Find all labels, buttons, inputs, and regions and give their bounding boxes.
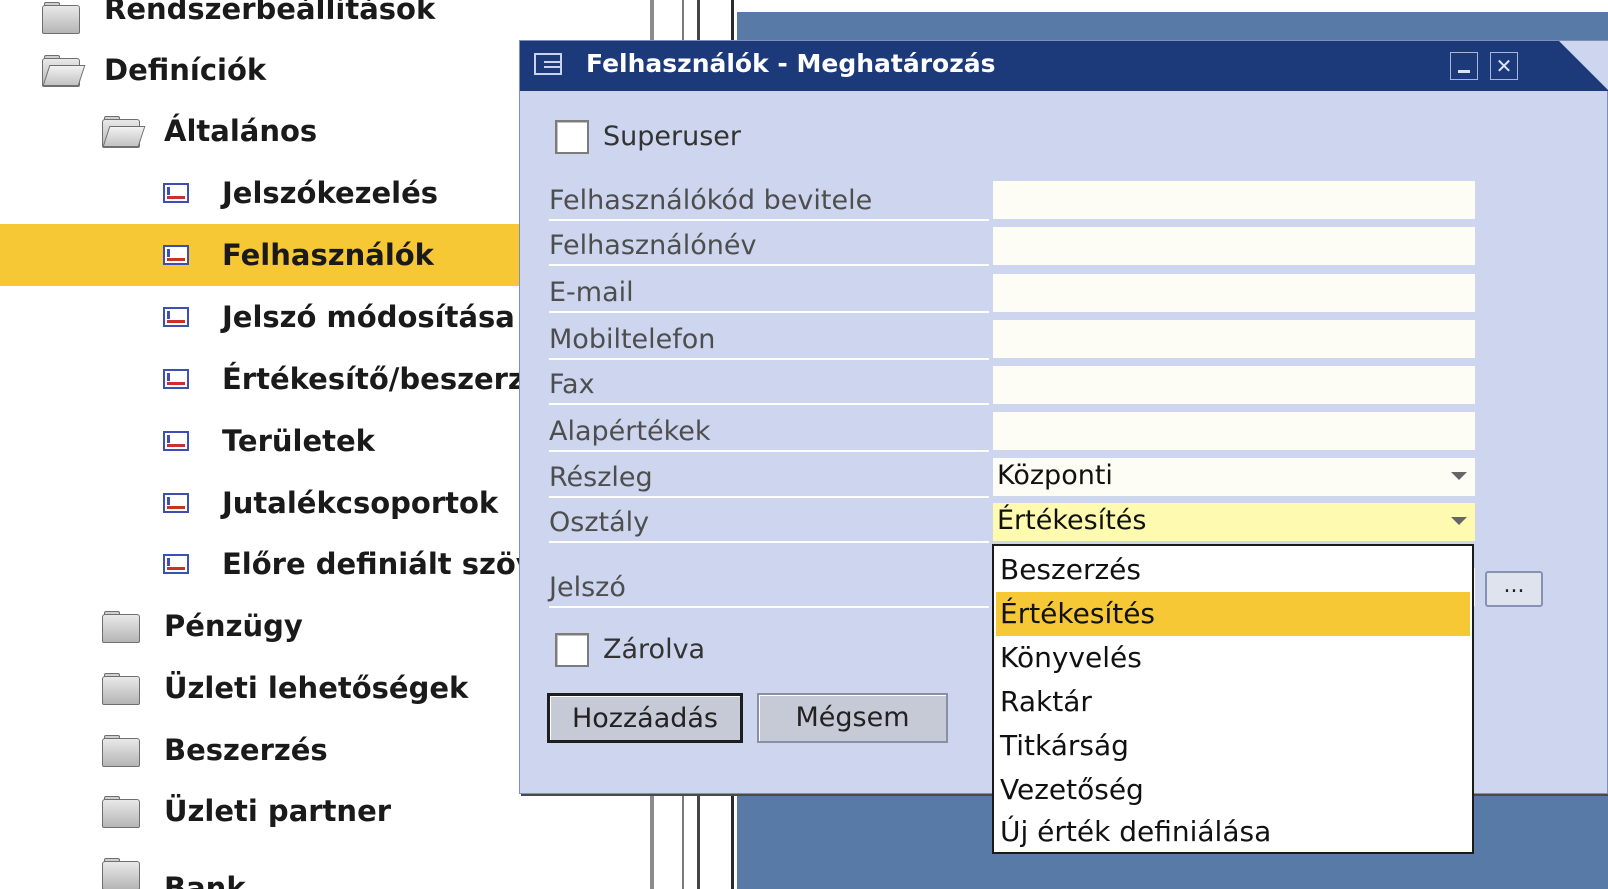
dropdown-option-ertekesites[interactable]: Értékesítés [996,592,1470,636]
mobile-field[interactable] [993,320,1475,358]
titlebar-corner [1559,41,1608,91]
user-code-field[interactable] [993,181,1475,219]
tree-item-label: Rendszerbeállítások [104,0,436,26]
dropdown-option-raktar[interactable]: Raktár [996,680,1470,724]
tree-item-label: Jelszókezelés [222,176,439,210]
tree-item-label: Területek [222,424,375,458]
dropdown-option-vezetoseg[interactable]: Vezetőség [996,768,1470,812]
locked-label: Zárolva [603,634,706,665]
folder-icon [102,611,140,643]
tree-item-label: Definíciók [104,53,267,87]
user-name-label: Felhasználónév [549,226,989,266]
tree-item-label: Üzleti partner [164,794,392,828]
email-label: E-mail [549,273,989,313]
user-name-field[interactable] [993,227,1475,265]
cancel-button[interactable]: Mégsem [757,693,948,743]
form-icon [163,554,189,574]
tree-item-label: Jutalékcsoportok [222,486,499,520]
password-label: Jelszó [549,568,989,608]
tree-item-label: Bank [164,871,246,889]
chevron-down-icon[interactable] [1451,472,1467,480]
tree-item-label: Jelszó módosítása [222,300,515,334]
folder-icon [42,2,80,34]
form-icon [163,431,189,451]
department-value: Értékesítés [997,505,1147,536]
tree-item-label: Felhasználók [222,238,434,272]
tree-item-label: Beszerzés [164,733,328,767]
tree-item-bank[interactable]: Bank [0,842,654,889]
chevron-down-icon[interactable] [1451,517,1467,525]
folder-open-icon [102,116,146,148]
folder-icon [102,858,140,889]
add-button[interactable]: Hozzáadás [547,693,743,743]
dropdown-option-uj-ertek-definialasa[interactable]: Új érték definiálása [996,810,1470,854]
dropdown-option-titkarsag[interactable]: Titkárság [996,724,1470,768]
department-select[interactable]: Értékesítés [993,503,1475,541]
close-icon[interactable]: ✕ [1490,52,1518,80]
dropdown-option-konyveles[interactable]: Könyvelés [996,636,1470,680]
branch-label: Részleg [549,458,989,498]
fax-label: Fax [549,365,989,405]
defaults-label: Alapértékek [549,412,989,452]
branch-select[interactable]: Központi [993,458,1475,496]
department-label: Osztály [549,503,989,543]
workspace-top-edge [737,0,1608,12]
dialog-title: Felhasználók - Meghatározás [586,49,996,78]
form-icon [534,53,562,75]
dropdown-option-beszerzes[interactable]: Beszerzés [996,548,1470,592]
defaults-field[interactable] [993,412,1475,450]
folder-icon [102,673,140,705]
folder-icon [102,735,140,767]
superuser-label: Superuser [603,121,741,152]
superuser-checkbox[interactable] [555,120,589,154]
tree-item-label: Értékesítő/beszerző [222,362,545,396]
fax-field[interactable] [993,366,1475,404]
minimize-icon[interactable] [1450,52,1478,80]
form-icon [163,183,189,203]
branch-value: Központi [997,460,1113,491]
email-field[interactable] [993,274,1475,312]
tree-item-label: Általános [164,114,318,148]
folder-open-icon [42,55,86,87]
form-icon [163,307,189,327]
folder-icon [102,796,140,828]
user-code-label: Felhasználókód bevitele [549,181,989,221]
tree-item-rendszerbeallitasok[interactable]: Rendszerbeállítások [0,0,654,42]
form-icon [163,369,189,389]
form-icon [163,493,189,513]
tree-item-label: Üzleti lehetőségek [164,671,469,705]
form-icon [163,245,189,265]
department-dropdown-list: Beszerzés Értékesítés Könyvelés Raktár T… [992,544,1474,854]
dialog-titlebar[interactable]: Felhasználók - Meghatározás ✕ [520,41,1608,91]
password-browse-button[interactable]: ... [1485,571,1543,607]
tree-item-label: Pénzügy [164,609,303,643]
locked-checkbox[interactable] [555,633,589,667]
mobile-label: Mobiltelefon [549,320,989,360]
